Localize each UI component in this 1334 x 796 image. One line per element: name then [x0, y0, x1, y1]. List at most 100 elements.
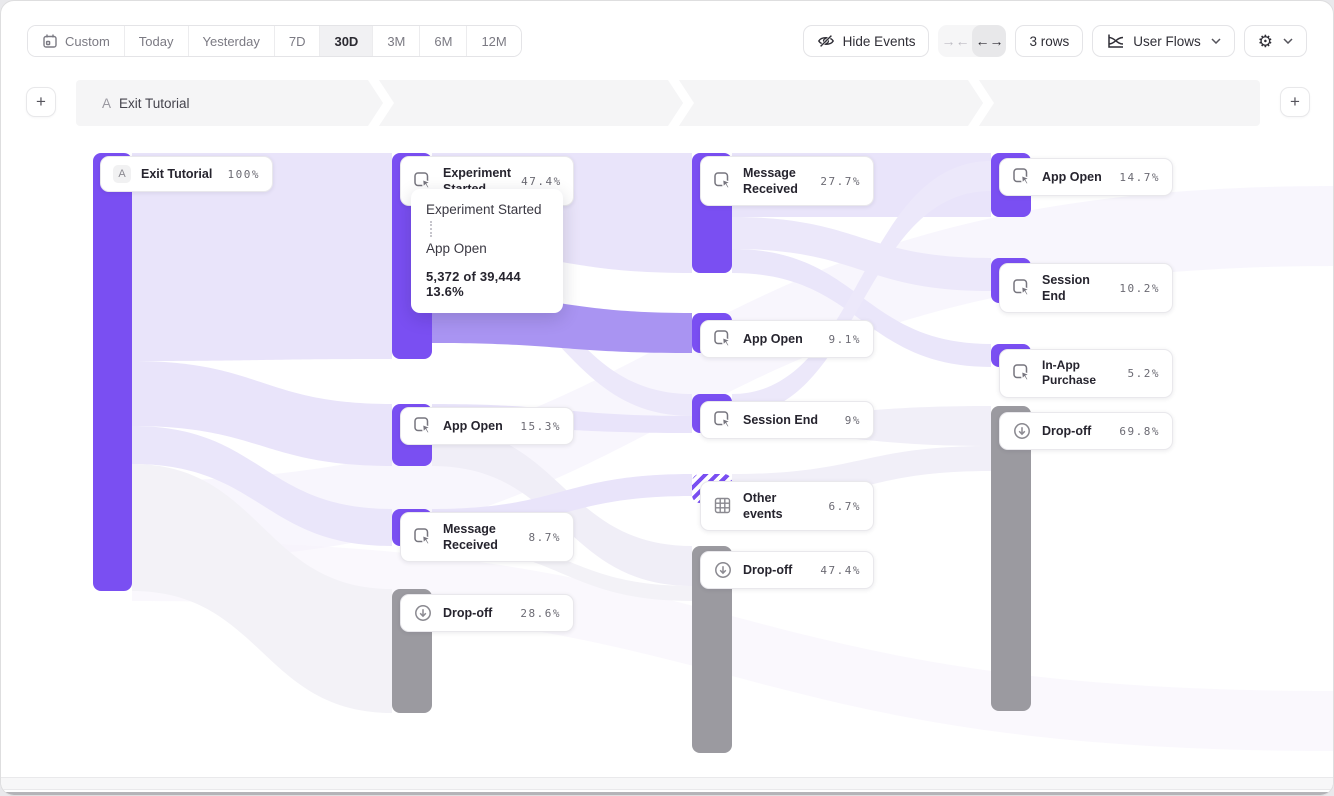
node-percent: 47.4%: [521, 175, 562, 188]
step-letter: A: [102, 96, 111, 111]
plus-icon: +: [1290, 92, 1300, 112]
date-range-label: 3M: [387, 34, 405, 49]
flow-node-message-received-3[interactable]: Message Received 27.7%: [700, 156, 874, 206]
node-percent: 27.7%: [820, 175, 861, 188]
view-type-dropdown[interactable]: User Flows: [1092, 25, 1235, 57]
dropoff-icon: [713, 560, 733, 580]
node-label: Message Received: [743, 165, 810, 197]
date-range-label: 30D: [334, 34, 358, 49]
flow-node-session-end-4[interactable]: Session End 10.2%: [999, 263, 1173, 313]
date-range-today[interactable]: Today: [125, 26, 189, 56]
date-range-control: Custom Today Yesterday 7D 30D 3M 6M 12M: [27, 25, 522, 57]
flow-node-other-events-3[interactable]: Other events 6.7%: [700, 481, 874, 531]
path-chevron-separator: [368, 80, 394, 126]
toolbar-right-controls: Hide Events →← ←→ 3 rows User Flows ⚙: [803, 25, 1307, 57]
node-label: Drop-off: [443, 605, 510, 621]
tooltip-connector-dots: [430, 221, 432, 237]
date-range-label: 12M: [481, 34, 506, 49]
calendar-icon: [42, 33, 58, 49]
toolbar: Custom Today Yesterday 7D 30D 3M 6M 12M …: [27, 25, 1307, 57]
flow-node-exit-tutorial[interactable]: A Exit Tutorial 100%: [100, 156, 273, 192]
add-step-right-button[interactable]: +: [1280, 87, 1310, 117]
collapse-columns-button[interactable]: →←: [938, 25, 972, 57]
node-percent: 100%: [228, 168, 261, 181]
node-label: Drop-off: [743, 562, 810, 578]
date-range-3m[interactable]: 3M: [373, 26, 420, 56]
date-range-6m[interactable]: 6M: [420, 26, 467, 56]
event-icon: [713, 171, 733, 191]
path-chevron-separator: [968, 80, 994, 126]
flow-node-app-open-3[interactable]: App Open 9.1%: [700, 320, 874, 358]
node-percent: 47.4%: [820, 564, 861, 577]
link-tooltip: Experiment Started App Open 5,372 of 39,…: [411, 189, 563, 313]
event-icon: [413, 527, 433, 547]
gear-icon: ⚙: [1258, 33, 1273, 50]
event-icon: [413, 416, 433, 436]
flow-node-session-end-3[interactable]: Session End 9%: [700, 401, 874, 439]
step-a-badge: A: [113, 165, 131, 183]
flow-canvas: A Exit Tutorial 100% Experiment Started …: [1, 131, 1334, 771]
node-label: Session End: [743, 412, 835, 428]
node-bar-exit-tutorial[interactable]: [93, 153, 132, 591]
flow-node-message-received-2[interactable]: Message Received 8.7%: [400, 512, 574, 562]
collapse-expand-control: →← ←→: [938, 25, 1006, 57]
event-icon: [1012, 167, 1032, 187]
node-label: Drop-off: [1042, 423, 1109, 439]
user-flows-icon: [1106, 32, 1125, 50]
node-label: Other events: [743, 490, 819, 522]
expand-columns-button[interactable]: ←→: [972, 25, 1006, 57]
path-header: + A Exit Tutorial +: [1, 87, 1334, 119]
grid-icon: [713, 496, 733, 516]
date-range-yesterday[interactable]: Yesterday: [189, 26, 275, 56]
path-chevron-separator: [668, 80, 694, 126]
user-flows-app: Custom Today Yesterday 7D 30D 3M 6M 12M …: [0, 0, 1334, 796]
eye-off-icon: [817, 32, 835, 50]
date-range-30d[interactable]: 30D: [320, 26, 373, 56]
plus-icon: +: [36, 92, 46, 112]
node-label: App Open: [443, 418, 510, 434]
window-bottom-edge: [1, 792, 1333, 795]
path-start-label: A Exit Tutorial: [102, 80, 190, 126]
node-bar-dropoff-4[interactable]: [991, 406, 1031, 711]
tooltip-source-event: Experiment Started: [426, 202, 548, 217]
node-label: Exit Tutorial: [141, 166, 218, 182]
flow-node-dropoff-3[interactable]: Drop-off 47.4%: [700, 551, 874, 589]
node-percent: 5.2%: [1128, 367, 1161, 380]
add-step-left-button[interactable]: +: [26, 87, 56, 117]
node-percent: 6.7%: [829, 500, 862, 513]
tooltip-stats: 5,372 of 39,444 13.6%: [426, 269, 548, 299]
flow-node-in-app-purchase-4[interactable]: In-App Purchase 5.2%: [999, 349, 1173, 398]
node-percent: 69.8%: [1119, 425, 1160, 438]
flow-node-dropoff-2[interactable]: Drop-off 28.6%: [400, 594, 574, 632]
event-icon: [1012, 363, 1032, 383]
hide-events-button[interactable]: Hide Events: [803, 25, 930, 57]
date-range-12m[interactable]: 12M: [467, 26, 520, 56]
date-range-label: Yesterday: [203, 34, 260, 49]
expand-icon: ←→: [975, 33, 1003, 49]
event-icon: [413, 171, 433, 191]
node-label: In-App Purchase: [1042, 358, 1118, 389]
date-range-custom[interactable]: Custom: [28, 26, 125, 56]
node-label: App Open: [743, 331, 819, 347]
flow-node-app-open-2[interactable]: App Open 15.3%: [400, 407, 574, 445]
node-label: Session End: [1042, 272, 1109, 304]
date-range-label: Today: [139, 34, 174, 49]
node-percent: 10.2%: [1119, 282, 1160, 295]
chevron-down-icon: [1283, 38, 1293, 44]
dropoff-icon: [1012, 421, 1032, 441]
rows-button[interactable]: 3 rows: [1015, 25, 1083, 57]
node-percent: 8.7%: [529, 531, 562, 544]
chevron-down-icon: [1211, 38, 1221, 44]
date-range-7d[interactable]: 7D: [275, 26, 321, 56]
event-icon: [713, 329, 733, 349]
flow-node-app-open-4[interactable]: App Open 14.7%: [999, 158, 1173, 196]
flow-node-dropoff-4[interactable]: Drop-off Drop-off 69.8%: [999, 412, 1173, 450]
node-percent: 9%: [845, 414, 861, 427]
date-range-label: 6M: [434, 34, 452, 49]
settings-dropdown[interactable]: ⚙: [1244, 25, 1307, 57]
step-name: Exit Tutorial: [119, 96, 190, 111]
node-percent: 9.1%: [829, 333, 862, 346]
footer-strip: [1, 777, 1333, 790]
node-percent: 28.6%: [520, 607, 561, 620]
date-range-label: 7D: [289, 34, 306, 49]
